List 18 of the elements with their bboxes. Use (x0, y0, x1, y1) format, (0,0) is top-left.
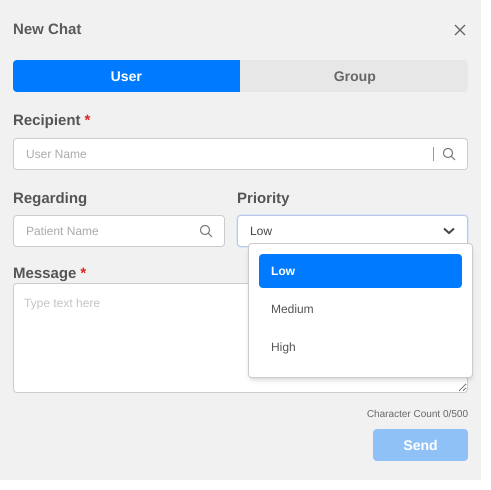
chevron-icon (443, 227, 455, 235)
field-label: Recipient (13, 111, 81, 130)
dropdown-option[interactable]: High (259, 330, 462, 364)
recipient-field[interactable]: User Name (13, 138, 468, 170)
required-mark: * (80, 264, 86, 283)
dropdown-option[interactable]: Low (259, 254, 462, 288)
search-icon (199, 224, 213, 238)
regarding-field[interactable]: Patient Name (13, 215, 225, 247)
field-label: Regarding (13, 189, 88, 208)
search-icon (442, 147, 456, 161)
dialog-title: New Chat (13, 20, 82, 40)
field-label: Priority (237, 189, 291, 208)
dropdown-option[interactable]: Medium (259, 292, 462, 326)
required-mark: * (84, 111, 90, 130)
tab[interactable]: User (13, 60, 240, 92)
character-count: Character Count 0/500 (366, 408, 468, 422)
close-button[interactable] (452, 22, 468, 38)
field-label: Message (13, 264, 76, 283)
